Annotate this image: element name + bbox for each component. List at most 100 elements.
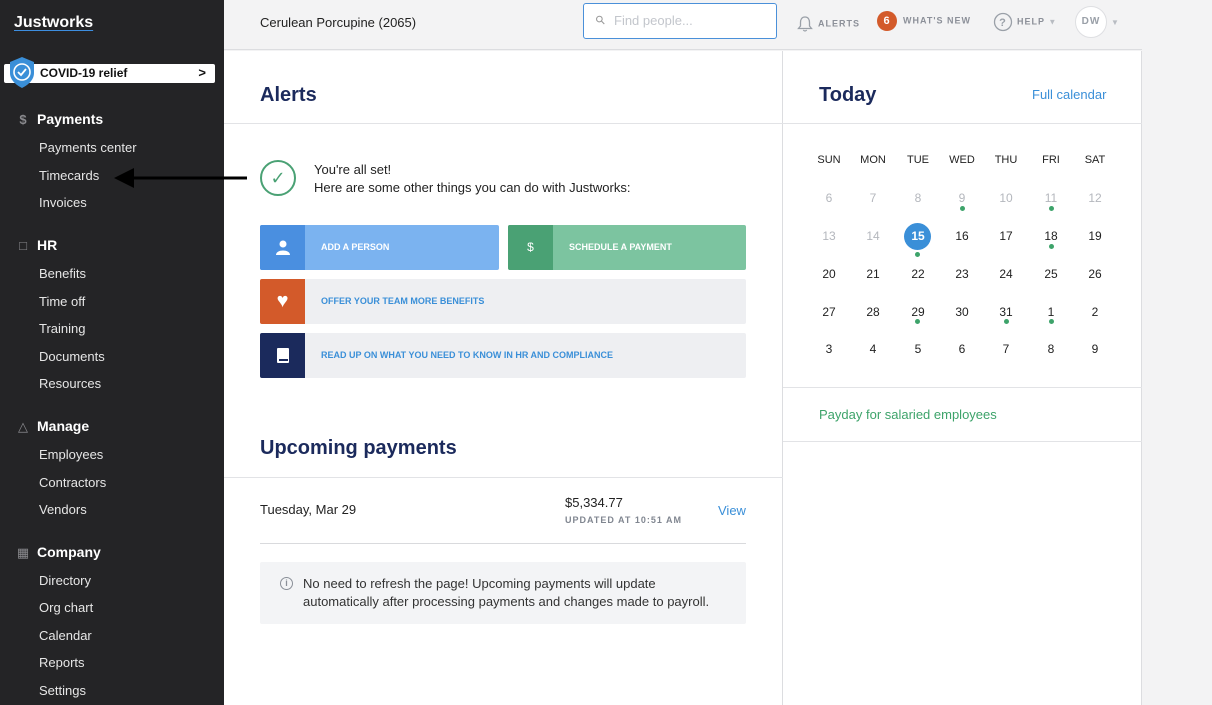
- calendar-day[interactable]: 27: [807, 305, 851, 319]
- help-label: HELP: [1017, 16, 1045, 27]
- calendar-day[interactable]: 31: [984, 305, 1028, 319]
- schedule-payment-label: SCHEDULE A PAYMENT: [569, 242, 672, 252]
- calendar-day[interactable]: 9: [940, 191, 984, 205]
- avatar[interactable]: DW: [1075, 6, 1107, 38]
- calendar-day[interactable]: 30: [940, 305, 984, 319]
- calendar-day[interactable]: 23: [940, 267, 984, 281]
- calendar-day[interactable]: 12: [1073, 191, 1117, 205]
- calendar-day[interactable]: 28: [851, 305, 895, 319]
- search-box[interactable]: ⚲: [583, 3, 777, 39]
- svg-text:?: ?: [999, 17, 1007, 29]
- full-calendar-link[interactable]: Full calendar: [1032, 87, 1106, 102]
- calendar-day[interactable]: 22: [896, 267, 940, 281]
- add-person-button[interactable]: ADD A PERSON: [260, 225, 499, 270]
- event-dot: [1049, 206, 1054, 211]
- info-box: i No need to refresh the page! Upcoming …: [260, 562, 746, 624]
- covid-relief-banner[interactable]: COVID-19 relief >: [4, 57, 215, 88]
- dollar-icon: $: [19, 112, 27, 127]
- event-dot: [915, 252, 920, 257]
- justworks-logo[interactable]: Justworks: [14, 14, 93, 32]
- covid-relief-label: COVID-19 relief: [40, 66, 128, 80]
- sidebar-item-contractors[interactable]: Contractors: [39, 475, 106, 490]
- calendar-day[interactable]: 7: [984, 342, 1028, 356]
- offer-benefits-button[interactable]: ♥ OFFER YOUR TEAM MORE BENEFITS: [260, 279, 746, 324]
- calendar-day[interactable]: 6: [807, 191, 851, 205]
- payment-date: Tuesday, Mar 29: [260, 502, 357, 517]
- building-icon: ▦: [16, 545, 30, 560]
- section-title: Company: [37, 544, 101, 560]
- calendar-day[interactable]: 5: [896, 342, 940, 356]
- bell-icon: [797, 16, 813, 32]
- section-manage: △ Manage: [15, 418, 89, 435]
- section-title: HR: [37, 237, 58, 253]
- all-set-message: You're all set! Here are some other thin…: [314, 161, 630, 197]
- calendar-day[interactable]: 24: [984, 267, 1028, 281]
- calendar-day[interactable]: 9: [1073, 342, 1117, 356]
- divider: [224, 477, 783, 478]
- search-input[interactable]: [614, 13, 764, 28]
- calendar-day[interactable]: 2: [1073, 305, 1117, 319]
- event-dot: [960, 206, 965, 211]
- calendar-day[interactable]: 13: [807, 229, 851, 243]
- alerts-button[interactable]: ALERTS: [796, 15, 860, 33]
- sidebar-item-documents[interactable]: Documents: [39, 349, 105, 364]
- calendar-day[interactable]: 17: [984, 229, 1028, 243]
- search-icon: ⚲: [592, 11, 609, 29]
- calendar-day[interactable]: 21: [851, 267, 895, 281]
- sidebar-item-training[interactable]: Training: [39, 321, 85, 336]
- sidebar-item-directory[interactable]: Directory: [39, 573, 91, 588]
- sidebar-item-resources[interactable]: Resources: [39, 376, 101, 391]
- sidebar-item-calendar[interactable]: Calendar: [39, 628, 92, 643]
- annotation-arrow-icon: [114, 168, 247, 188]
- calendar-day[interactable]: 1: [1029, 305, 1073, 319]
- whats-new-count-badge: 6: [877, 11, 897, 31]
- calendar-day[interactable]: 10: [984, 191, 1028, 205]
- add-person-label: ADD A PERSON: [321, 242, 390, 252]
- whats-new-button[interactable]: 6 WHAT'S NEW: [877, 11, 971, 31]
- calendar-day[interactable]: 20: [807, 267, 851, 281]
- calendar-day[interactable]: 11: [1029, 191, 1073, 205]
- calendar-day[interactable]: 7: [851, 191, 895, 205]
- calendar-day[interactable]: 3: [807, 342, 851, 356]
- sidebar-item-benefits[interactable]: Benefits: [39, 266, 86, 281]
- all-set-line: You're all set!: [314, 162, 392, 177]
- divider: [224, 123, 783, 124]
- sidebar-item-employees[interactable]: Employees: [39, 447, 103, 462]
- avatar-chevron-down-icon[interactable]: ▼: [1111, 18, 1119, 27]
- calendar-day[interactable]: 14: [851, 229, 895, 243]
- sidebar-item-vendors[interactable]: Vendors: [39, 502, 87, 517]
- calendar-day[interactable]: 25: [1029, 267, 1073, 281]
- sidebar-item-timecards[interactable]: Timecards: [39, 168, 99, 183]
- book-icon: [260, 333, 305, 378]
- sidebar-item-org-chart[interactable]: Org chart: [39, 600, 93, 615]
- payday-event[interactable]: Payday for salaried employees: [819, 407, 997, 422]
- section-title: Manage: [37, 418, 90, 434]
- upcoming-payments-title: Upcoming payments: [260, 437, 457, 459]
- calendar-day-today[interactable]: 15: [896, 229, 940, 243]
- calendar-day[interactable]: 6: [940, 342, 984, 356]
- calendar-day[interactable]: 29: [896, 305, 940, 319]
- calendar-day[interactable]: 19: [1073, 229, 1117, 243]
- calendar-day[interactable]: 18: [1029, 229, 1073, 243]
- schedule-payment-button[interactable]: $ SCHEDULE A PAYMENT: [508, 225, 746, 270]
- sidebar-item-time-off[interactable]: Time off: [39, 294, 85, 309]
- info-text: No need to refresh the page! Upcoming pa…: [303, 576, 710, 609]
- sidebar-item-settings[interactable]: Settings: [39, 683, 86, 698]
- help-button[interactable]: ? HELP ▼: [993, 12, 1057, 32]
- weekday-header: WED: [949, 154, 975, 166]
- sidebar-item-reports[interactable]: Reports: [39, 655, 85, 670]
- sidebar-item-invoices[interactable]: Invoices: [39, 195, 87, 210]
- company-name[interactable]: Cerulean Porcupine (2065): [260, 15, 416, 30]
- calendar-day[interactable]: 26: [1073, 267, 1117, 281]
- divider: [783, 441, 1142, 442]
- calendar-day[interactable]: 8: [896, 191, 940, 205]
- read-up-button[interactable]: READ UP ON WHAT YOU NEED TO KNOW IN HR A…: [260, 333, 746, 378]
- view-payment-link[interactable]: View: [718, 503, 746, 518]
- calendar-day[interactable]: 8: [1029, 342, 1073, 356]
- sidebar-item-payments-center[interactable]: Payments center: [39, 140, 137, 155]
- main-panel: Alerts ✓ You're all set! Here are some o…: [224, 51, 783, 705]
- calendar-day[interactable]: 16: [940, 229, 984, 243]
- read-up-label: READ UP ON WHAT YOU NEED TO KNOW IN HR A…: [321, 350, 614, 360]
- calendar-day[interactable]: 4: [851, 342, 895, 356]
- dollar-icon: $: [508, 225, 553, 270]
